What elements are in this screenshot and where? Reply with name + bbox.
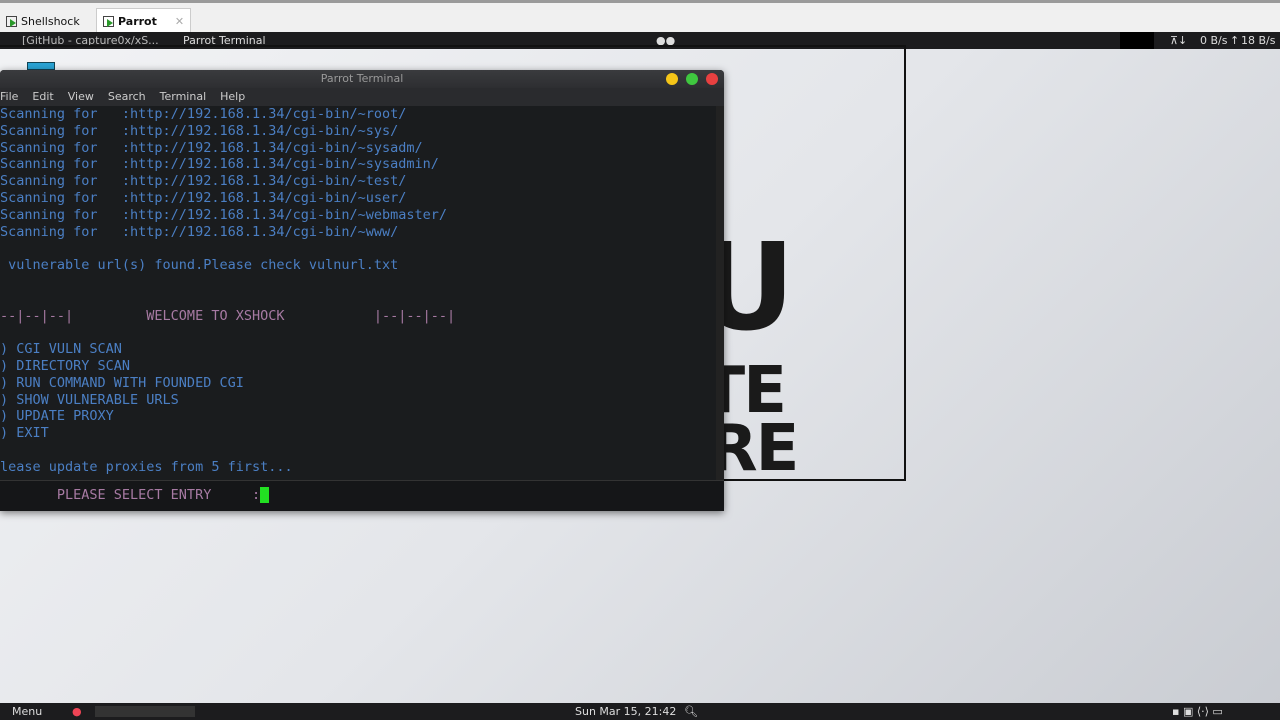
network-graph [1120,32,1154,49]
tray-icons[interactable]: ▪ ▣ ⟨·⟩ ▭ [1172,705,1223,718]
prompt-text: PLEASE SELECT ENTRY : [0,487,261,503]
desktop-icon[interactable] [27,62,55,70]
terminal-line: ) RUN COMMAND WITH FOUNDED CGI [0,374,244,391]
cursor [260,487,270,503]
terminal-menubar: File Edit View Search Terminal Help [0,88,724,106]
bottom-panel: Menu ● Sun Mar 15, 21:42 🔍︎ ▪ ▣ ⟨·⟩ ▭ [0,703,1280,720]
terminal-line: Scanning for :http://192.168.1.34/cgi-bi… [0,139,423,156]
terminal-line: Scanning for :http://192.168.1.34/cgi-bi… [0,206,448,223]
terminal-line: ) CGI VULN SCAN [0,341,122,358]
terminal-line: Scanning for :http://192.168.1.34/cgi-bi… [0,106,407,122]
window-title: Parrot Terminal [320,72,404,85]
terminal-line: Scanning for :http://192.168.1.34/cgi-bi… [0,173,407,190]
close-button[interactable] [706,73,718,85]
menu-help[interactable]: Help [220,88,245,106]
scrollbar[interactable] [716,106,724,511]
terminal-line: vulnerable url(s) found.Please check vul… [0,257,399,274]
workspace-switcher[interactable] [95,706,195,717]
search-icon[interactable]: 🔍︎ [684,705,698,718]
minimize-button[interactable] [666,73,678,85]
terminal-line: Scanning for :http://192.168.1.34/cgi-bi… [0,189,407,206]
terminal-line: ) SHOW VULNERABLE URLS [0,391,179,408]
tab-label: Parrot [118,15,157,28]
menu-terminal[interactable]: Terminal [160,88,207,106]
vm-icon [6,15,17,27]
terminal-line: ) UPDATE PROXY [0,408,114,425]
clock: Sun Mar 15, 21:42 [575,705,677,718]
net-up: 18 B/s [1241,34,1276,47]
terminal-output[interactable]: Scanning for :http://192.168.1.34/cgi-bi… [0,106,716,480]
close-icon[interactable]: ✕ [175,15,184,28]
net-down: 0 B/s [1200,34,1228,47]
terminal-window[interactable]: Parrot Terminal File Edit View Search Te… [0,70,724,511]
upload-icon: ↑ [1230,34,1240,47]
vm-tab-parrot[interactable]: Parrot ✕ [96,8,192,34]
maximize-button[interactable] [686,73,698,85]
menu-edit[interactable]: Edit [32,88,53,106]
app-icon[interactable]: ● [72,705,82,718]
vm-tab-bar: Shellshock ✕ Parrot ✕ [0,0,1280,34]
terminal-titlebar[interactable]: Parrot Terminal [0,70,724,88]
menu-view[interactable]: View [68,88,94,106]
terminal-line: --|--|--| WELCOME TO XSHOCK |--|--|--| [0,307,456,324]
tab-label: Shellshock [21,14,80,28]
network-icon: ⊼↓ [1170,34,1188,47]
terminal-line: Scanning for :http://192.168.1.34/cgi-bi… [0,223,399,240]
terminal-line: lease update proxies from 5 first... [0,458,293,475]
vm-icon [103,16,114,27]
menu-button[interactable]: Menu [12,705,42,718]
terminal-line: ) DIRECTORY SCAN [0,357,131,374]
terminal-line: ) EXIT [0,425,49,442]
terminal-prompt[interactable]: PLEASE SELECT ENTRY : [0,480,724,511]
menu-search[interactable]: Search [108,88,146,106]
terminal-line: Scanning for :http://192.168.1.34/cgi-bi… [0,156,439,173]
terminal-line: Scanning for :http://192.168.1.34/cgi-bi… [0,122,399,139]
menu-file[interactable]: File [0,88,18,106]
